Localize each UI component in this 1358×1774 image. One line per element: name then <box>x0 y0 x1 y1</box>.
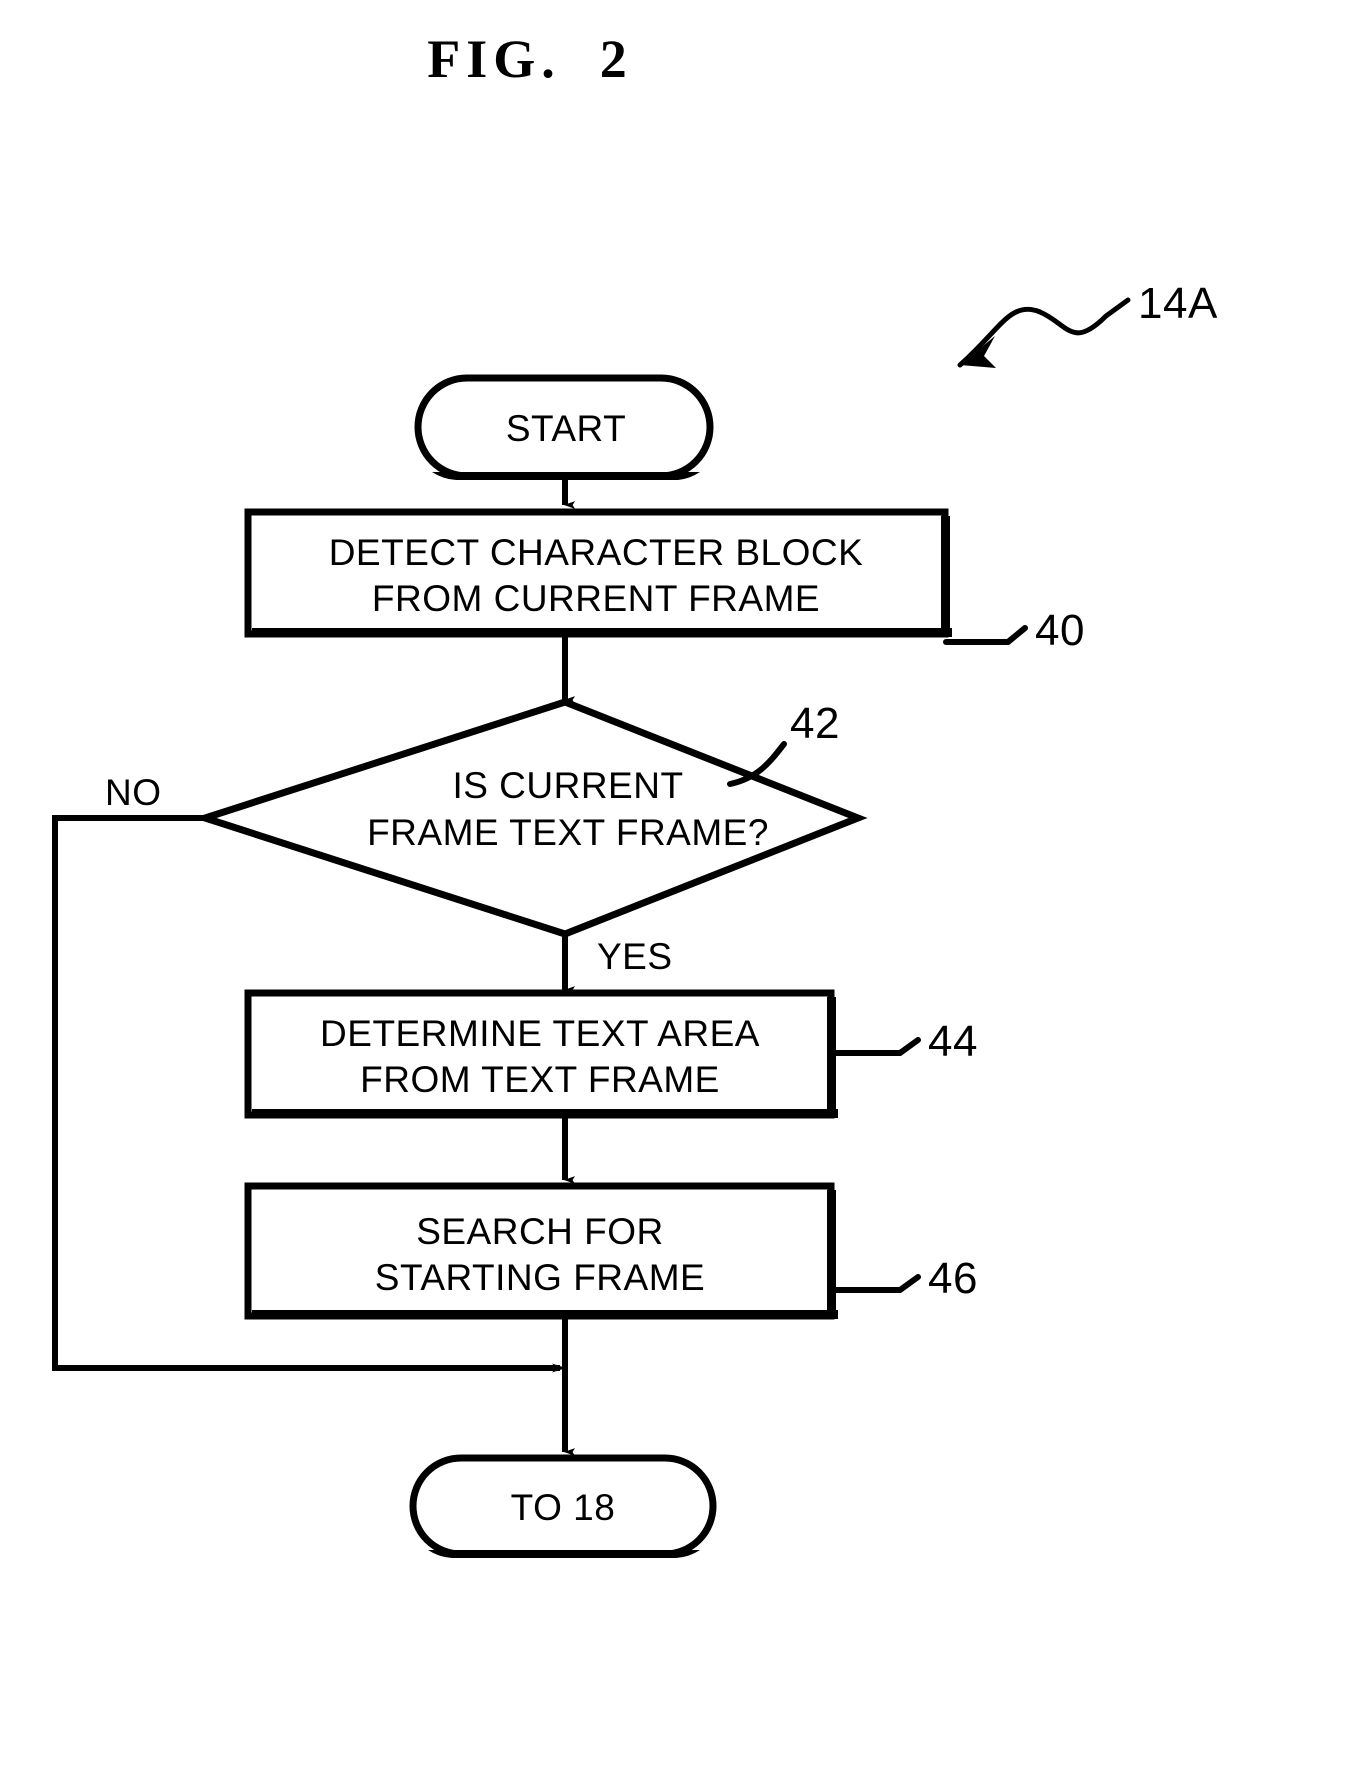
node-decision-42-line1: IS CURRENT <box>452 765 683 806</box>
node-step-44-line2: FROM TEXT FRAME <box>360 1059 720 1100</box>
node-step-40-line1: DETECT CHARACTER BLOCK <box>329 532 864 573</box>
node-decision-42[interactable]: IS CURRENT FRAME TEXT FRAME? <box>193 698 868 938</box>
edge-no-label: NO <box>105 772 162 813</box>
node-step-44[interactable]: DETERMINE TEXT AREA FROM TEXT FRAME <box>244 989 838 1119</box>
ref-label-46: 46 <box>928 1254 978 1303</box>
node-step-46[interactable]: SEARCH FOR STARTING FRAME <box>244 1182 838 1320</box>
node-decision-42-line2: FRAME TEXT FRAME? <box>367 812 769 853</box>
ref-leader-40: 40 <box>943 606 1085 655</box>
node-end-label: TO 18 <box>511 1487 616 1528</box>
edge-yes-label: YES <box>597 936 673 977</box>
ref-label-42: 42 <box>790 699 840 748</box>
node-start[interactable]: START <box>414 374 714 480</box>
overall-ref-leader <box>957 297 1131 368</box>
overall-ref-label: 14A <box>1138 279 1218 328</box>
node-end[interactable]: TO 18 <box>409 1454 717 1558</box>
node-step-40-line2: FROM CURRENT FRAME <box>372 578 820 619</box>
ref-label-44: 44 <box>928 1017 978 1066</box>
edge-yes-branch: YES <box>562 934 673 994</box>
node-step-40[interactable]: DETECT CHARACTER BLOCK FROM CURRENT FRAM… <box>244 508 952 638</box>
node-step-46-line1: SEARCH FOR <box>416 1211 664 1252</box>
ref-label-40: 40 <box>1035 606 1085 655</box>
ref-leader-44: 44 <box>829 1017 978 1066</box>
node-step-46-line2: STARTING FRAME <box>375 1257 705 1298</box>
ref-leader-46: 46 <box>829 1254 978 1303</box>
node-step-44-line1: DETERMINE TEXT AREA <box>320 1013 760 1054</box>
node-start-label: START <box>506 408 626 449</box>
figure-page: FIG. 2 START DETECT CHARACTER BLOCK FROM… <box>0 0 1358 1774</box>
flowchart-canvas: START DETECT CHARACTER BLOCK FROM CURREN… <box>52 279 1218 1558</box>
